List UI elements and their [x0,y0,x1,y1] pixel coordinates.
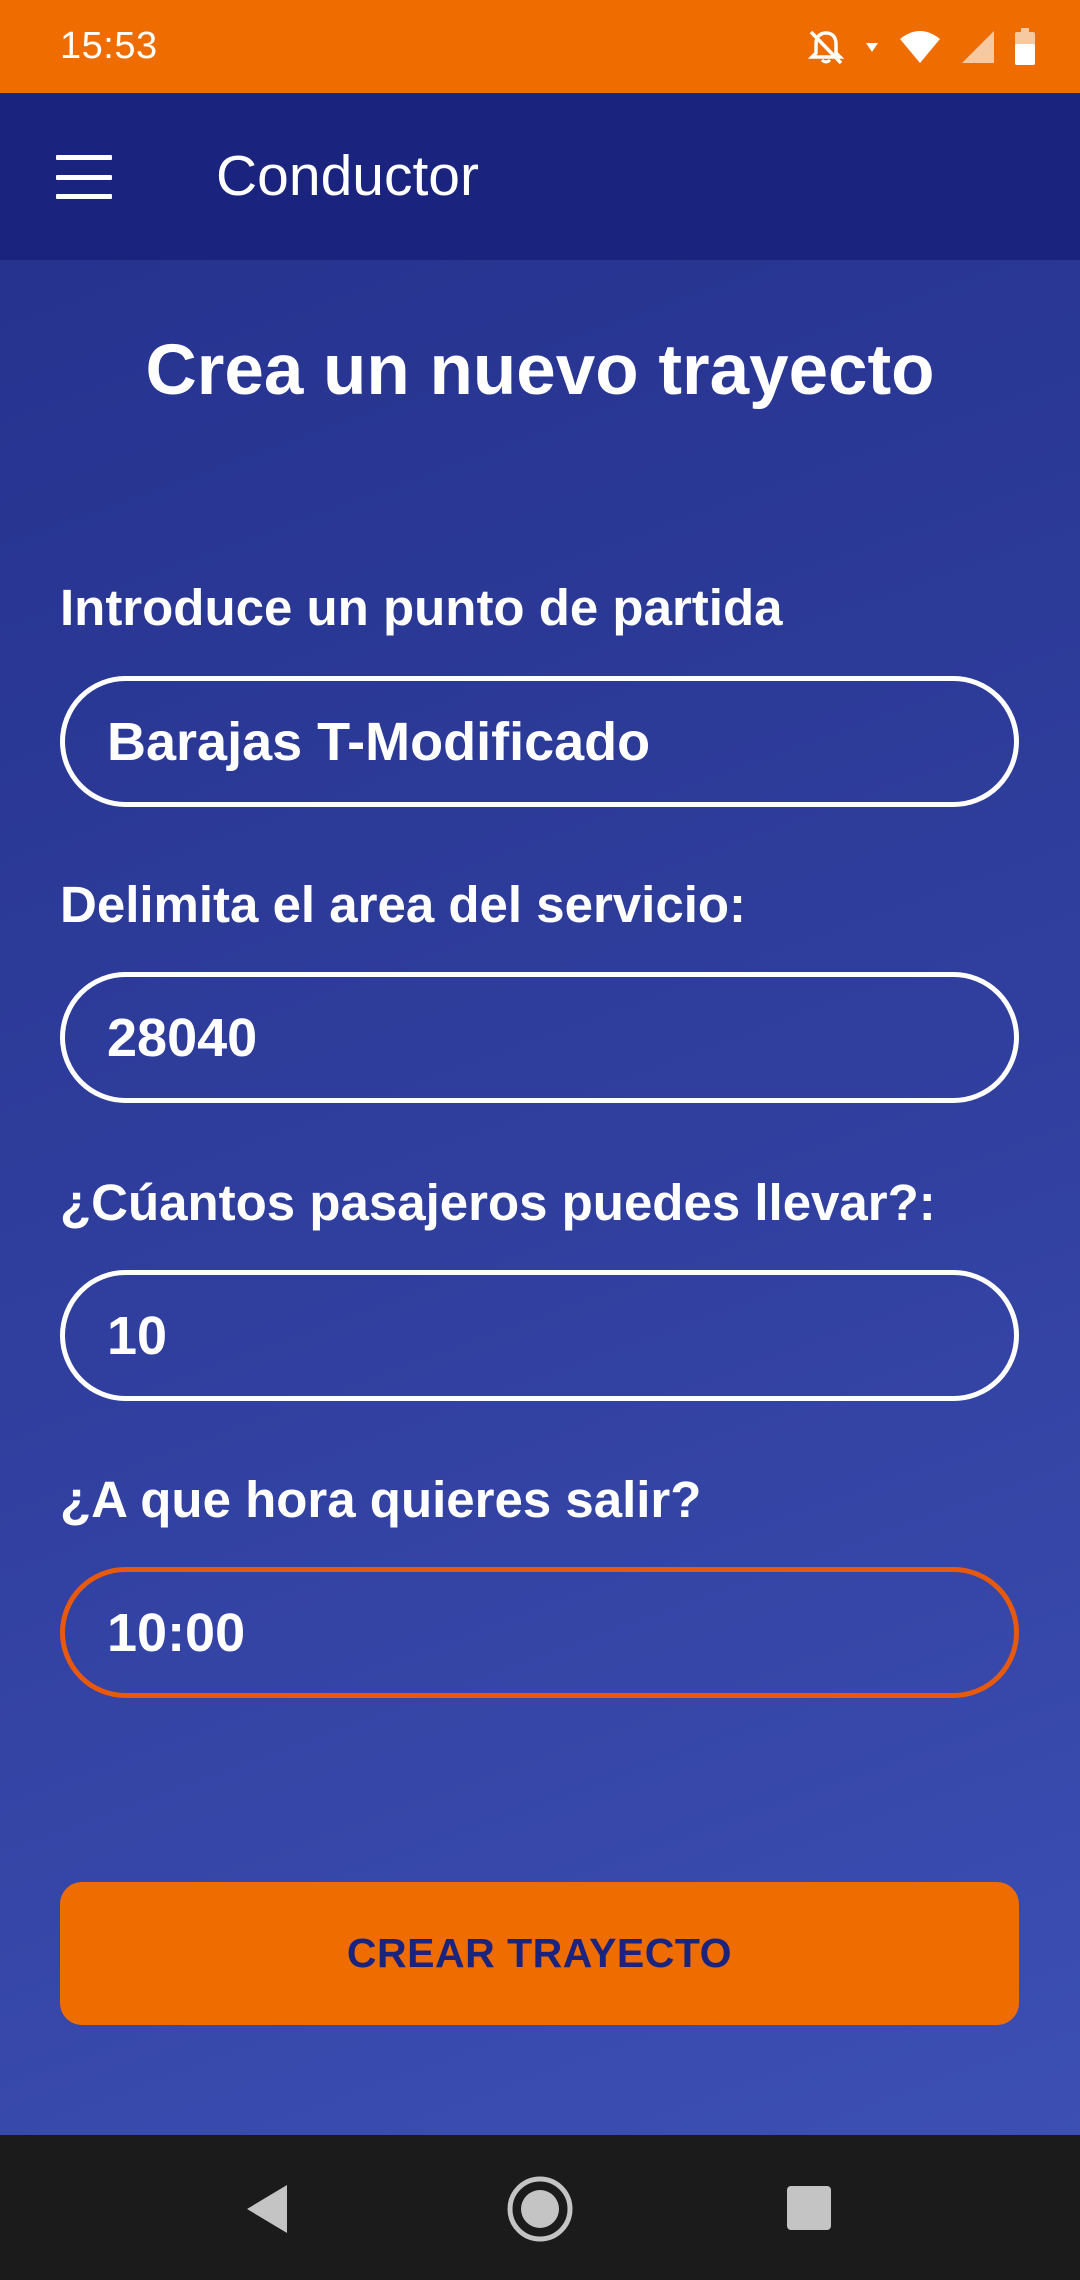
page-title: Crea un nuevo trayecto [145,331,935,410]
create-route-button[interactable]: CREAR TRAYECTO [60,1882,1019,2025]
status-bar: 15:53 [0,0,1080,93]
departure-time-label: ¿A que hora quieres salir? [60,1471,702,1528]
passengers-label: ¿Cúantos pasajeros puedes llevar?: [60,1174,936,1231]
start-point-input[interactable]: Barajas T-Modificado [60,676,1019,807]
passengers-input[interactable]: 10 [60,1270,1019,1401]
battery-icon [1014,27,1036,66]
nav-bar [0,2135,1080,2280]
app-bar: Conductor [0,93,1080,260]
service-area-input[interactable]: 28040 [60,972,1019,1103]
app-title: Conductor [216,144,479,208]
signal-icon [960,29,996,65]
departure-time-input[interactable]: 10:00 [60,1567,1019,1698]
main-content: Crea un nuevo trayecto Introduce un punt… [0,260,1080,2135]
bell-off-icon [806,27,846,67]
status-time: 15:53 [60,25,158,67]
data-arrow-icon [864,39,880,55]
wifi-icon [898,29,942,65]
hamburger-menu-icon[interactable] [56,155,112,199]
back-icon[interactable] [243,2183,291,2240]
status-icons [806,27,1036,67]
service-area-label: Delimita el area del servicio: [60,876,747,933]
recents-icon[interactable] [786,2185,832,2236]
home-icon[interactable] [506,2175,574,2248]
start-point-label: Introduce un punto de partida [60,579,783,636]
